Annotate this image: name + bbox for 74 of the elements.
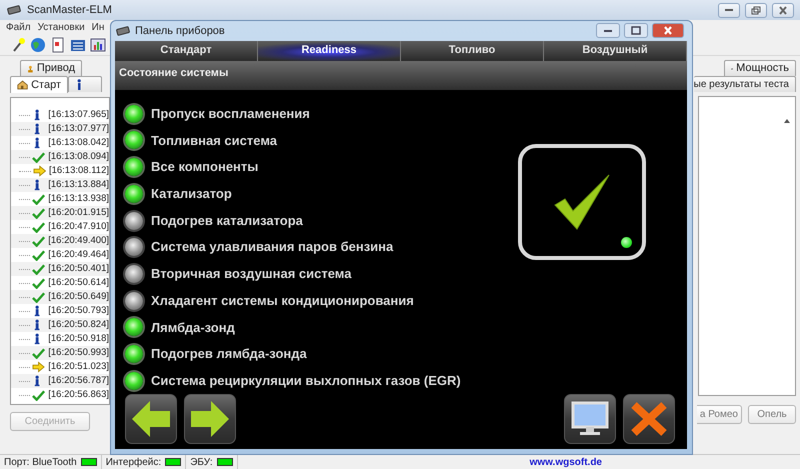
log-entry[interactable]: [16:20:50.793] (48, 304, 109, 318)
tab[interactable] (68, 76, 102, 92)
minimize-button[interactable] (718, 2, 740, 18)
monitor-label: Лямбда-зонд (151, 318, 235, 337)
log-entry[interactable]: [16:20:50.918] (48, 332, 109, 346)
section-header: Состояние системы (115, 60, 687, 90)
monitor-label: Система рециркуляции выхлопных газов (EGR) (151, 372, 461, 390)
house-icon (17, 79, 28, 91)
tab[interactable]: Привод (20, 60, 82, 76)
log-entry[interactable]: [16:20:47.910] (48, 220, 109, 234)
arrow-right-icon (32, 165, 46, 177)
menu-item[interactable]: Ин (92, 20, 104, 35)
log-entry[interactable]: [16:20:50.614] (48, 276, 109, 290)
check-icon (32, 207, 46, 219)
window-title: ScanMaster-ELM (27, 2, 112, 18)
close-button[interactable] (623, 394, 675, 444)
forward-button[interactable] (184, 394, 236, 444)
maximize-button[interactable] (624, 23, 648, 38)
info-icon (75, 78, 83, 90)
monitor-label: Все компоненты (151, 158, 258, 176)
scroll-up-icon[interactable] (782, 117, 792, 125)
car-button[interactable]: а Ромео (696, 405, 742, 424)
monitor-label: Хладагент системы кондиционирования (151, 292, 414, 310)
menu-item[interactable]: Установки (38, 20, 85, 35)
monitor-label: Подогрев катализатора (151, 212, 303, 230)
monitor-label: Катализатор (151, 185, 232, 204)
monitor-label: Пропуск воспламенения (151, 105, 310, 124)
check-icon (32, 151, 46, 163)
log-entry[interactable]: [16:20:51.023] (48, 360, 109, 374)
monitor-label: Система улавливания паров бензина (151, 238, 394, 256)
close-button[interactable] (652, 23, 684, 38)
tab[interactable]: ые результаты теста (694, 76, 796, 92)
monitor-label: Вторичная воздушная система (151, 265, 352, 284)
minimize-button[interactable] (596, 23, 620, 38)
check-icon (32, 389, 46, 401)
arrow-right-icon (189, 398, 231, 439)
check-icon (32, 347, 46, 359)
status-label: ЭБУ: (190, 456, 213, 469)
document-icon[interactable] (50, 37, 66, 53)
monitor-label: Топливная система (151, 132, 277, 150)
log-entry[interactable]: [16:13:07.965] (48, 108, 109, 122)
log-entry[interactable]: [16:20:49.464] (48, 248, 109, 262)
log-entry[interactable]: [16:13:08.112] (48, 164, 109, 178)
arrow-left-icon (130, 398, 172, 439)
dialog-title: Панель приборов (135, 24, 225, 39)
display-button[interactable] (564, 394, 616, 444)
menu-item[interactable]: Файл (6, 20, 31, 35)
log-entry[interactable]: [16:13:08.042] (48, 136, 109, 150)
log-entry[interactable]: [16:13:13.938] (48, 192, 109, 206)
globe-icon[interactable] (30, 37, 46, 53)
arrow-right-icon (32, 361, 46, 373)
tab[interactable]: Старт (10, 76, 68, 93)
check-icon (32, 249, 46, 261)
close-button[interactable] (772, 2, 794, 18)
monitor-label: Подогрев лямбда-зонда (151, 345, 307, 364)
website-link[interactable]: www.wgsoft.de (530, 454, 602, 469)
status-label: Интерфейс: (106, 456, 162, 469)
minimize-icon (725, 9, 733, 11)
check-icon (32, 193, 46, 205)
tab[interactable]: Readiness (258, 40, 401, 61)
check-icon (32, 221, 46, 233)
chart-icon[interactable] (90, 37, 106, 53)
log-entry[interactable]: [16:20:56.863] (48, 388, 109, 402)
check-icon (32, 277, 46, 289)
car-button[interactable]: Опель (748, 405, 796, 424)
check-icon (32, 291, 46, 303)
back-button[interactable] (125, 394, 177, 444)
minimize-icon (604, 30, 612, 32)
status-label: Порт: BlueTooth (4, 456, 77, 469)
table-icon[interactable] (70, 37, 86, 53)
check-icon (32, 263, 46, 275)
check-icon (32, 235, 46, 247)
tab[interactable]: Мощность (724, 60, 796, 76)
restore-button[interactable] (745, 2, 767, 18)
